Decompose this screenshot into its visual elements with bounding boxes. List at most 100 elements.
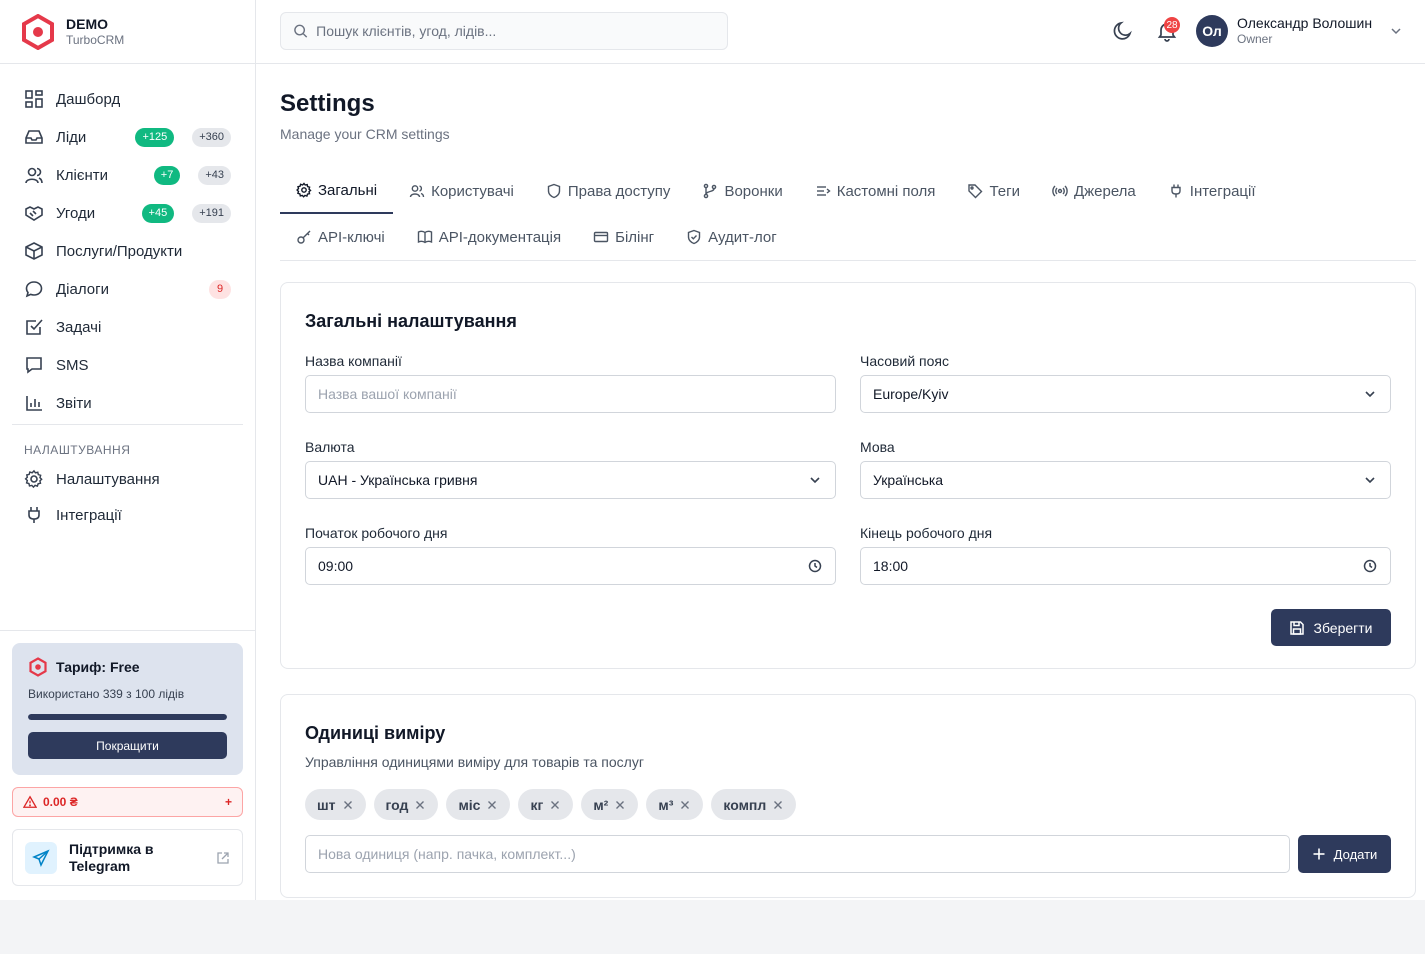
new-count-badge: +7 — [153, 165, 181, 185]
telegram-icon — [32, 849, 50, 867]
new-unit-input[interactable] — [318, 846, 1277, 862]
chevron-down-icon — [1365, 477, 1375, 484]
warning-icon — [23, 795, 37, 808]
search-box[interactable] — [280, 12, 728, 50]
units-title: Одиниці виміру — [305, 723, 446, 743]
tab-label: Інтеграції — [1189, 182, 1256, 200]
workday-end-time-input[interactable]: 18:00 — [860, 547, 1391, 585]
tab-label: Користувачі — [431, 182, 514, 200]
search-icon — [294, 24, 308, 38]
plan-logo-icon — [29, 657, 47, 677]
nav-item-dialogs[interactable]: Діалоги 9 — [0, 270, 255, 308]
brand-subtitle: TurboCRM — [66, 32, 125, 47]
company-name-label: Назва компанії — [305, 353, 402, 369]
avatar: Ол — [1196, 15, 1228, 47]
tab-permissions[interactable]: Права доступу — [530, 168, 687, 214]
main-nav: Дашборд Ліди +125 +360 Клієнти +7 +43 Уг… — [0, 64, 255, 533]
tab-users[interactable]: Користувачі — [393, 168, 530, 214]
user-name: Олександр Волошин — [1237, 15, 1373, 31]
nav-item-settings[interactable]: Налаштування — [0, 461, 255, 497]
tab-audit-log[interactable]: Аудит-лог — [670, 214, 793, 260]
nav-label: Звіти — [56, 394, 92, 412]
nav-item-products[interactable]: Послуги/Продукти — [0, 232, 255, 270]
search-input[interactable] — [316, 23, 715, 39]
workday-end-value: 18:00 — [873, 558, 909, 574]
page-title: Settings — [280, 90, 375, 117]
nav-item-dashboard[interactable]: Дашборд — [0, 80, 255, 118]
telegram-support-link[interactable]: Підтримка в Telegram — [12, 829, 243, 886]
book-icon — [417, 230, 432, 244]
gear-icon — [24, 469, 43, 489]
brand[interactable]: DEMO TurboCRM — [0, 0, 255, 64]
users-icon — [409, 185, 425, 198]
unit-chip-label: год — [385, 796, 409, 813]
unit-chip: кг — [518, 789, 574, 820]
nav-item-deals[interactable]: Угоди +45 +191 — [0, 194, 255, 232]
remove-unit-icon[interactable] — [342, 799, 354, 811]
tab-api-keys[interactable]: API-ключі — [280, 214, 401, 260]
nav-item-clients[interactable]: Клієнти +7 +43 — [0, 156, 255, 194]
balance-amount: 0.00 ₴ — [43, 795, 78, 809]
top-up-button[interactable]: + — [225, 795, 232, 809]
balance-widget[interactable]: 0.00 ₴ + — [12, 787, 243, 817]
tab-label: Аудит-лог — [708, 228, 777, 246]
workday-start-time-input[interactable]: 09:00 — [305, 547, 836, 585]
nav-label: SMS — [56, 356, 89, 374]
plan-title: Тариф: Free — [56, 659, 140, 675]
nav-label: Інтеграції — [56, 506, 122, 524]
card-icon — [593, 231, 609, 243]
remove-unit-icon[interactable] — [679, 799, 691, 811]
remove-unit-icon[interactable] — [414, 799, 426, 811]
plan-usage: Використано 339 з 100 лідів — [28, 687, 185, 701]
shield-check-icon — [687, 229, 701, 245]
nav-item-tasks[interactable]: Задачі — [0, 308, 255, 346]
nav-item-sms[interactable]: SMS — [0, 346, 255, 384]
unit-chip-label: міс — [458, 796, 481, 813]
remove-unit-icon[interactable] — [486, 799, 498, 811]
tab-pipelines[interactable]: Воронки — [686, 168, 798, 214]
company-name-field[interactable] — [305, 375, 836, 413]
workday-start-label: Початок робочого дня — [305, 525, 448, 541]
tab-sources[interactable]: Джерела — [1036, 168, 1152, 214]
save-label: Зберегти — [1313, 619, 1373, 636]
tab-billing[interactable]: Білінг — [577, 214, 670, 260]
nav-item-integrations[interactable]: Інтеграції — [0, 497, 255, 533]
plan-usage-bar-fill — [28, 714, 227, 720]
language-select[interactable]: Українська — [860, 461, 1391, 499]
nav-label: Ліди — [56, 128, 87, 146]
total-count-badge: +360 — [192, 127, 231, 147]
branch-icon — [704, 183, 717, 199]
chat-icon — [25, 281, 43, 298]
add-unit-button[interactable]: Додати — [1298, 835, 1391, 873]
external-link-icon — [217, 851, 229, 864]
tab-tags[interactable]: Теги — [951, 168, 1036, 214]
tab-integrations[interactable]: Інтеграції — [1152, 168, 1272, 214]
tab-general[interactable]: Загальні — [280, 168, 394, 214]
tab-custom-fields[interactable]: Кастомні поля — [799, 168, 952, 214]
company-name-input[interactable] — [318, 386, 823, 402]
remove-unit-icon[interactable] — [772, 799, 784, 811]
nav-label: Угоди — [56, 204, 96, 222]
nav-item-leads[interactable]: Ліди +125 +360 — [0, 118, 255, 156]
unread-badge: 9 — [209, 279, 231, 299]
upgrade-button[interactable]: Покращити — [28, 732, 227, 759]
remove-unit-icon[interactable] — [614, 799, 626, 811]
moon-icon[interactable] — [1112, 20, 1134, 42]
timezone-select[interactable]: Europe/Kyiv — [860, 375, 1391, 413]
unit-chip: шт — [305, 789, 366, 820]
nav-item-reports[interactable]: Звіти — [0, 384, 255, 422]
save-button[interactable]: Зберегти — [1271, 609, 1391, 646]
remove-unit-icon[interactable] — [549, 799, 561, 811]
chevron-down-icon — [1391, 28, 1401, 35]
unit-chip-label: кг — [530, 796, 544, 813]
nav-label: Налаштування — [56, 470, 160, 488]
tab-api-docs[interactable]: API-документація — [401, 214, 577, 260]
nav-label: Задачі — [56, 318, 102, 336]
currency-select[interactable]: UAH - Українська гривня — [305, 461, 836, 499]
nav-section-title: НАЛАШТУВАННЯ — [24, 443, 131, 457]
plus-icon — [1313, 848, 1325, 860]
add-unit-label: Додати — [1333, 846, 1378, 862]
user-menu[interactable]: Ол Олександр Волошин Owner — [1196, 15, 1403, 47]
new-unit-field[interactable] — [305, 835, 1290, 873]
page-subtitle: Manage your CRM settings — [280, 126, 450, 142]
